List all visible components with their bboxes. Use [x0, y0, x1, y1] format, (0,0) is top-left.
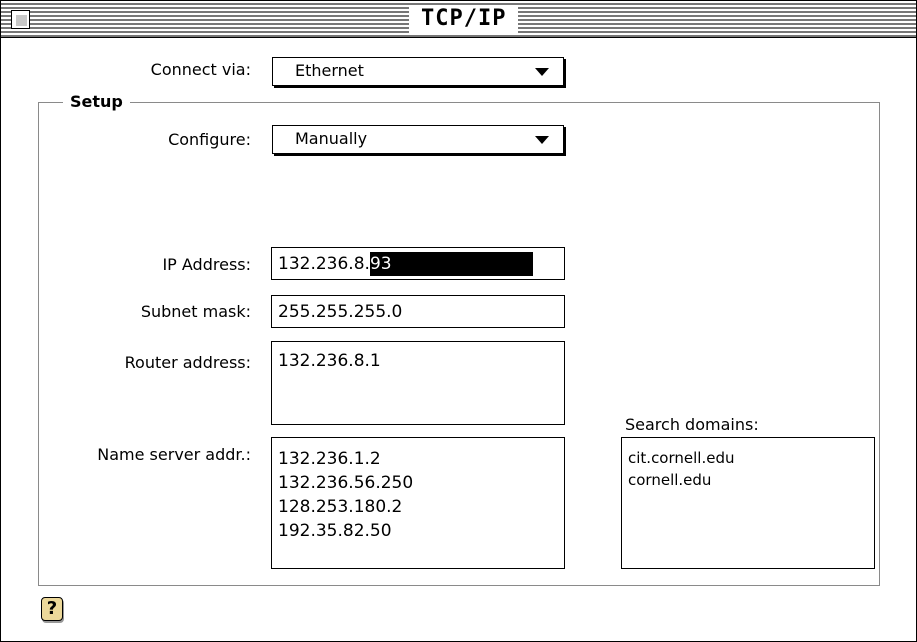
window-title: TCP/IP	[409, 5, 519, 33]
close-box-icon[interactable]	[11, 10, 30, 29]
subnet-mask-text: 255.255.255.0	[278, 302, 403, 322]
popup-arrow-icon	[535, 68, 549, 76]
search-domain-line: cornell.edu	[628, 471, 712, 489]
connect-via-label: Connect via:	[150, 60, 251, 79]
configure-label: Configure:	[168, 130, 251, 149]
name-server-line: 128.253.180.2	[278, 497, 403, 517]
search-domain-line: cit.cornell.edu	[628, 449, 735, 467]
subnet-mask-field[interactable]: 255.255.255.0	[271, 295, 565, 328]
ip-address-selected-text: 93	[369, 252, 533, 276]
setup-group-title: Setup	[63, 92, 130, 112]
subnet-mask-label: Subnet mask:	[140, 302, 251, 321]
search-domains-field[interactable]: cit.cornell.edu cornell.edu	[621, 437, 875, 569]
search-domains-label: Search domains:	[625, 415, 759, 434]
router-address-line: 132.236.8.1	[278, 351, 381, 371]
name-server-line: 132.236.56.250	[278, 473, 414, 493]
configure-popup[interactable]: Manually	[272, 125, 564, 154]
router-address-label: Router address:	[124, 353, 251, 372]
name-server-field[interactable]: 132.236.1.2 132.236.56.250 128.253.180.2…	[271, 437, 565, 569]
connect-via-value: Ethernet	[295, 61, 364, 80]
router-address-field[interactable]: 132.236.8.1	[271, 341, 565, 425]
configure-value: Manually	[295, 129, 368, 148]
ip-address-label: IP Address:	[162, 255, 251, 274]
ip-address-field[interactable]: 132.236.8.93	[271, 247, 565, 280]
help-icon[interactable]: ?	[41, 597, 63, 621]
popup-arrow-icon	[535, 136, 549, 144]
connect-via-popup[interactable]: Ethernet	[272, 57, 564, 86]
ip-address-text: 132.236.8.	[278, 254, 370, 274]
title-bar[interactable]: TCP/IP	[1, 1, 916, 38]
name-server-line: 132.236.1.2	[278, 449, 381, 469]
name-server-label: Name server addr.:	[97, 445, 251, 464]
tcpip-window: TCP/IP Connect via: Ethernet Setup Confi…	[0, 0, 917, 642]
name-server-line: 192.35.82.50	[278, 521, 392, 541]
